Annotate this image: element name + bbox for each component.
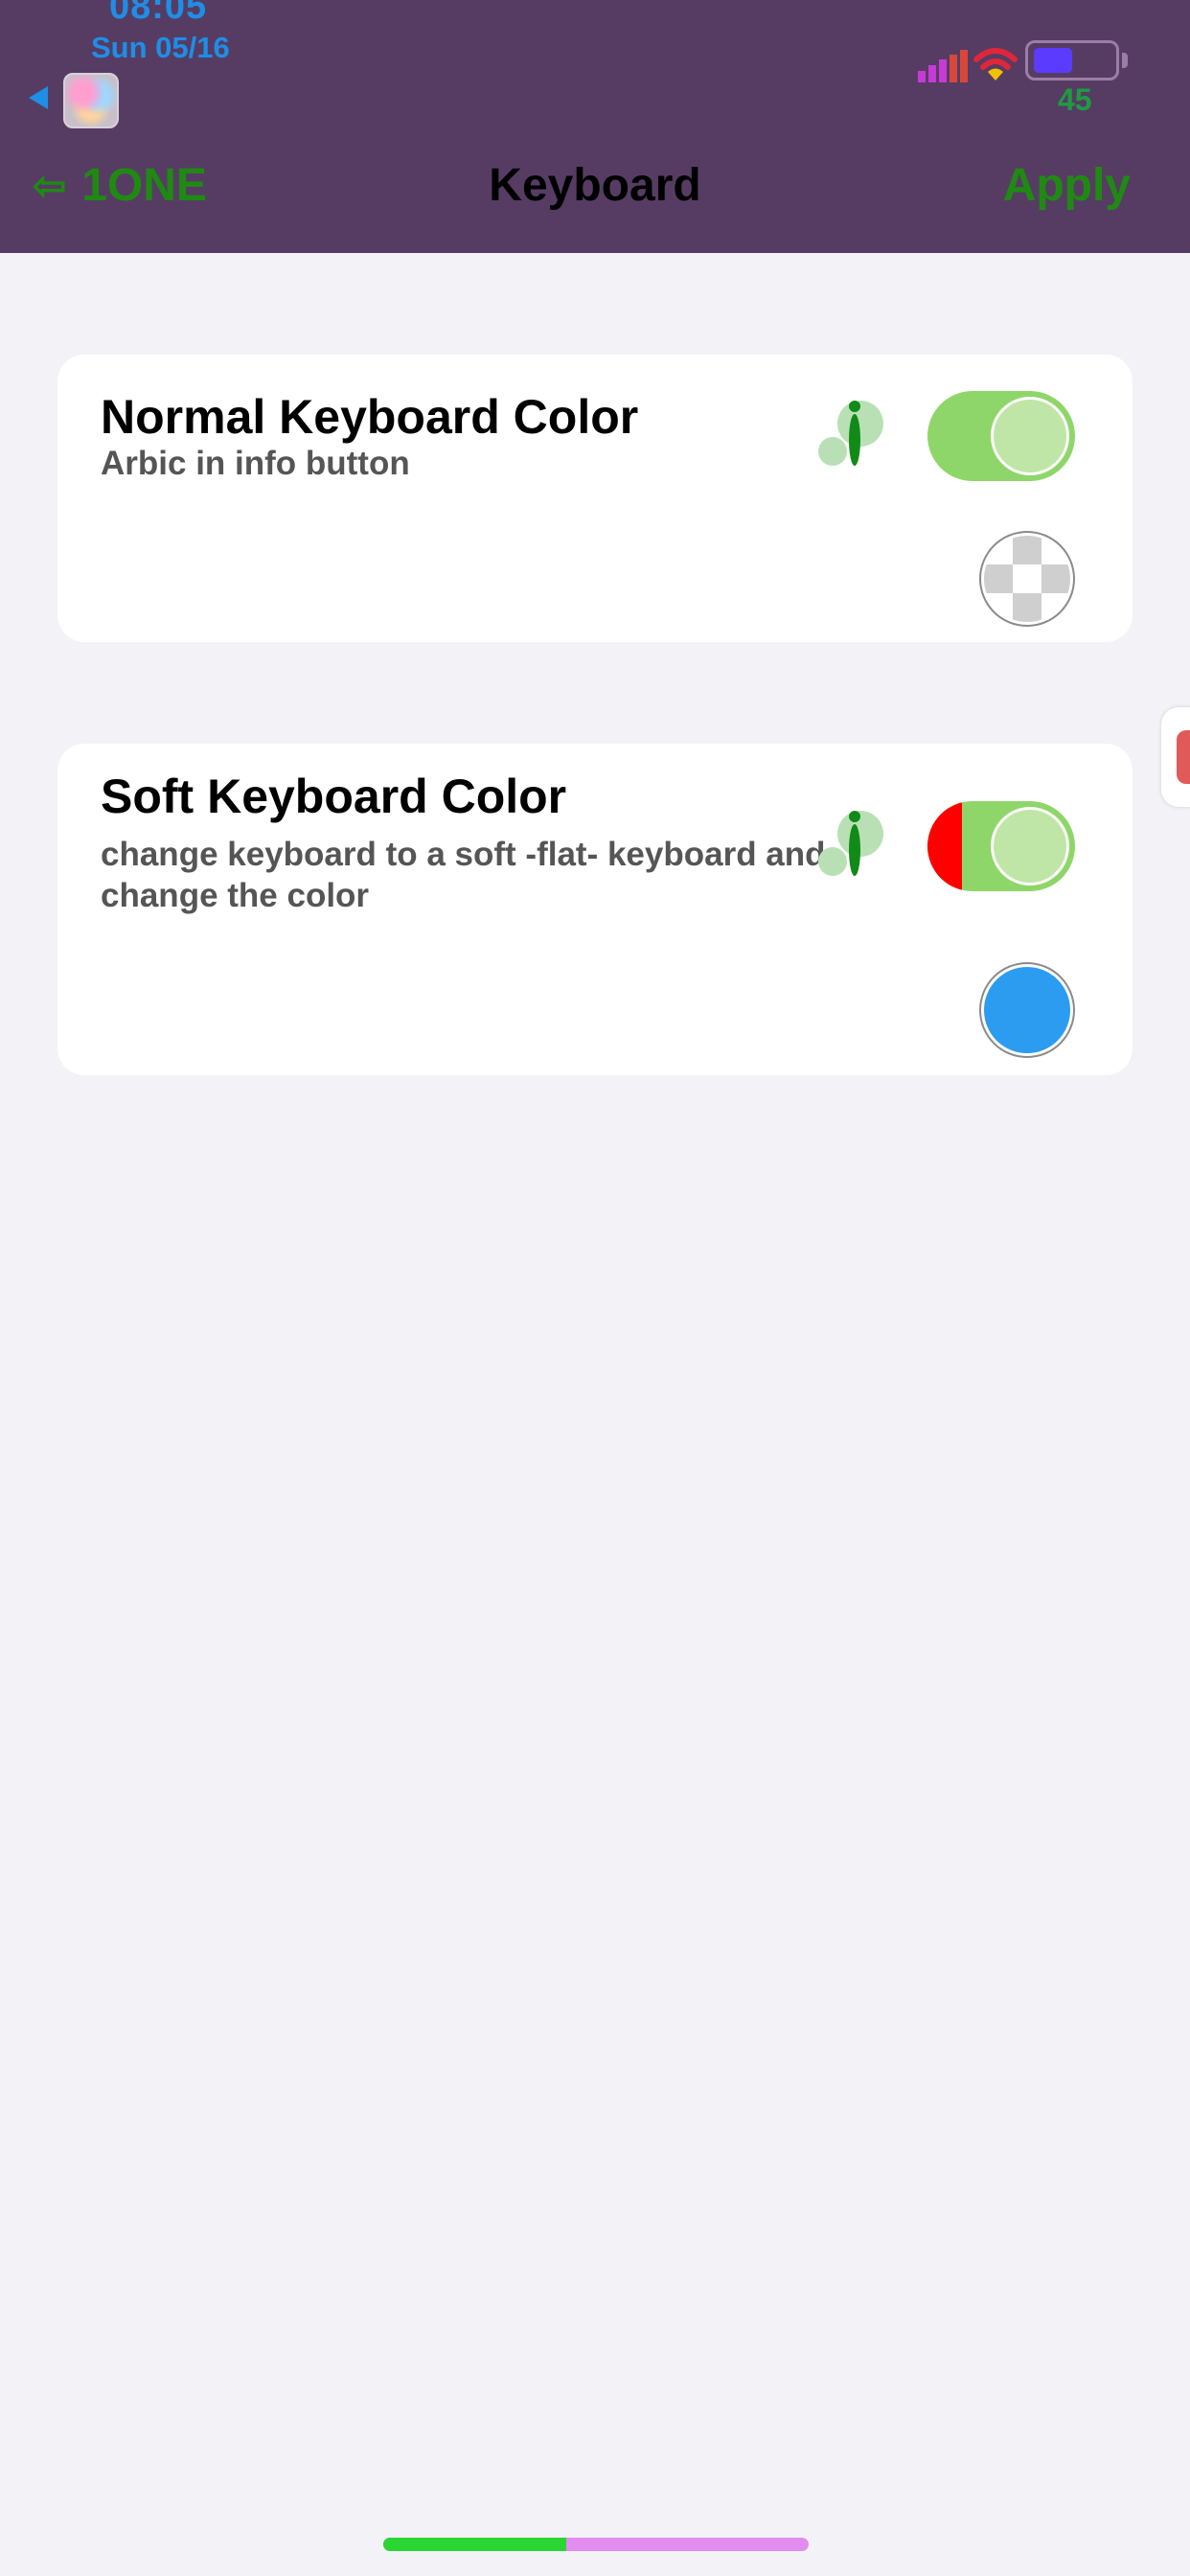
- info-icon[interactable]: [818, 811, 895, 887]
- soft-color-swatch[interactable]: [981, 964, 1073, 1056]
- battery-nub: [1122, 53, 1128, 68]
- toggle-red-segment: [927, 801, 962, 891]
- signal-icon: [918, 50, 968, 82]
- info-icon[interactable]: [818, 401, 895, 477]
- side-panel-tab[interactable]: [1161, 707, 1190, 807]
- home-indicator-progress: [383, 2538, 566, 2551]
- app-icon[interactable]: [63, 73, 119, 128]
- normal-keyboard-toggle[interactable]: [927, 391, 1075, 481]
- toggle-knob: [991, 397, 1069, 475]
- clock-date: Sun 05/16: [91, 31, 230, 64]
- setting-subtitle: Arbic in info button: [101, 445, 410, 482]
- normal-keyboard-card: Normal Keyboard Color Arbic in info butt…: [57, 355, 1133, 642]
- battery-level: 45: [1058, 82, 1092, 117]
- setting-subtitle-line2: change the color: [101, 877, 370, 914]
- apply-button[interactable]: Apply: [1003, 159, 1131, 212]
- side-tab-marker: [1177, 730, 1190, 784]
- header-bar: 08:05 Sun 05/16 45 ⇦ 1ONE Keyboard Apply: [0, 0, 1190, 253]
- normal-color-swatch[interactable]: [981, 533, 1073, 625]
- soft-keyboard-toggle[interactable]: [927, 801, 1075, 891]
- back-to-app-icon[interactable]: [29, 86, 48, 109]
- setting-title: Soft Keyboard Color: [101, 770, 567, 823]
- battery-fill: [1034, 48, 1072, 73]
- wifi-icon: [973, 48, 1018, 80]
- setting-subtitle-line1: change keyboard to a soft -flat- keyboar…: [101, 836, 826, 873]
- soft-keyboard-card: Soft Keyboard Color change keyboard to a…: [57, 744, 1133, 1075]
- clock-time: 08:05: [109, 0, 208, 27]
- toggle-knob: [991, 807, 1069, 886]
- home-indicator[interactable]: [383, 2538, 809, 2551]
- setting-title: Normal Keyboard Color: [101, 390, 639, 444]
- battery-icon: [1025, 40, 1119, 80]
